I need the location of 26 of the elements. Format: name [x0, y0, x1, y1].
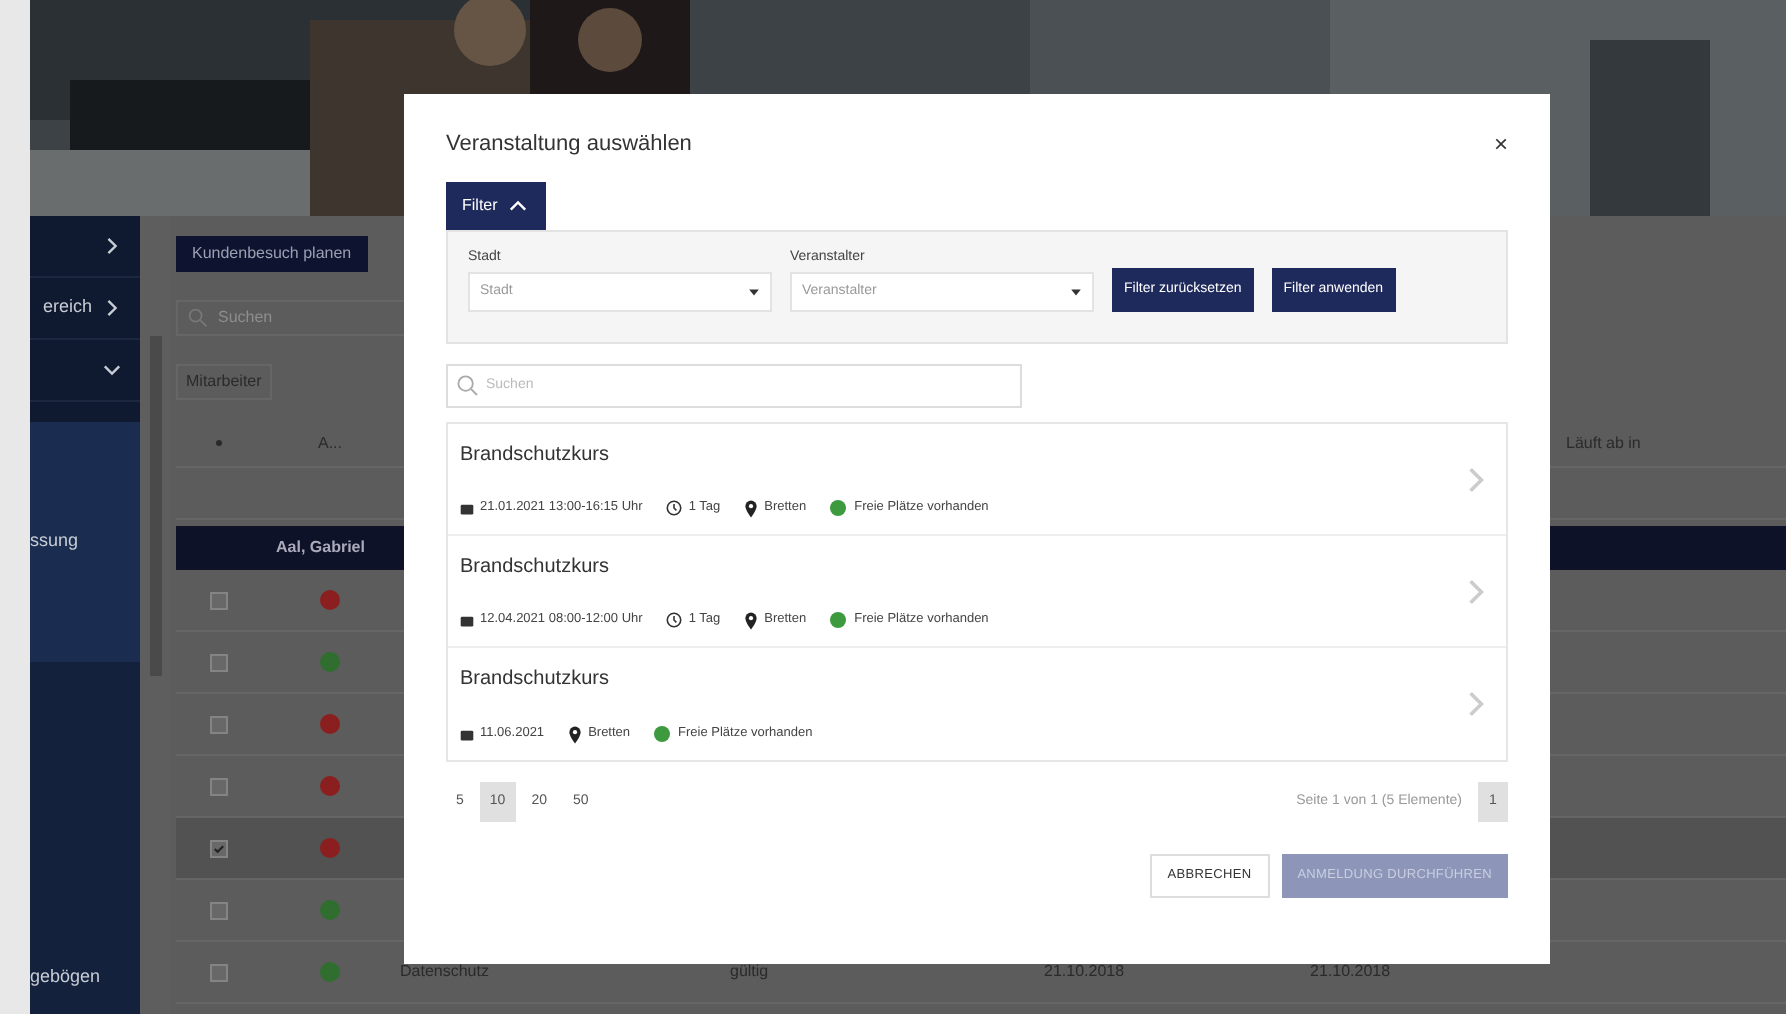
- location-pin-icon: [568, 725, 583, 744]
- event-title: Brandschutzkurs: [460, 666, 611, 694]
- location-pin-icon: [744, 499, 759, 518]
- row-checkbox[interactable]: [209, 715, 227, 733]
- row-checkbox[interactable]: [209, 777, 227, 795]
- sidebar-item[interactable]: ssung: [30, 422, 140, 662]
- row-checkbox[interactable]: [209, 901, 227, 919]
- row-checkbox[interactable]: [209, 839, 227, 857]
- dropdown-caret-icon: [1070, 286, 1082, 298]
- location-pin-icon: [744, 611, 759, 630]
- checkmark-icon: [211, 841, 225, 855]
- plan-button[interactable]: Kundenbesuch planen: [176, 236, 368, 272]
- close-button[interactable]: ×: [1493, 126, 1508, 162]
- search-icon: [186, 306, 210, 330]
- event-title: Brandschutzkurs: [460, 554, 611, 582]
- filter-tab[interactable]: Filter: [446, 182, 546, 230]
- event-title: Brandschutzkurs: [460, 442, 611, 470]
- search-icon: [456, 374, 480, 398]
- row-checkbox[interactable]: [209, 653, 227, 671]
- clock-icon: [666, 500, 683, 517]
- sidebar-item[interactable]: gebögen: [30, 662, 140, 1014]
- row-checkbox[interactable]: [209, 963, 227, 981]
- clock-icon: [666, 612, 683, 629]
- dialog-title: Veranstaltung auswählen: [446, 129, 692, 160]
- row-checkbox[interactable]: [209, 591, 227, 609]
- dropdown-caret-icon: [748, 286, 760, 298]
